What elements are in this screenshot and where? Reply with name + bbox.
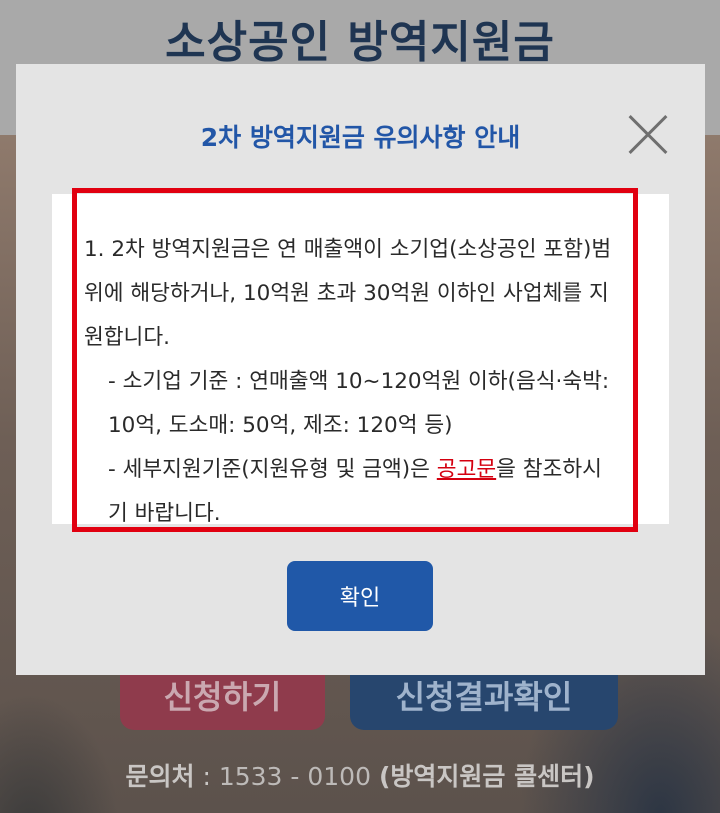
notice-paragraph: 1. 2차 방역지원금은 연 매출액이 소기업(소상공인 포함)범위에 해당하거… (84, 237, 612, 350)
notice-text: 1. 2차 방역지원금은 연 매출액이 소기업(소상공인 포함)범위에 해당하거… (84, 228, 614, 536)
contact-center: (방역지원금 콜센터) (378, 762, 595, 791)
notice-modal: 2차 방역지원금 유의사항 안내 1. 2차 방역지원금은 연 매출액이 소기업… (16, 64, 705, 675)
page-title: 소상공인 방역지원금 (165, 17, 555, 68)
contact-number: 1533 - 0100 (218, 762, 371, 791)
notice-item-details: - 세부지원기준(지원유형 및 금액)은 공고문을 참조하시기 바랍니다. (84, 448, 614, 536)
contact-info: 문의처 : 1533 - 0100 (방역지원금 콜센터) (0, 757, 720, 793)
contact-label: 문의처 (125, 762, 195, 791)
contact-separator: : (194, 762, 219, 791)
announcement-link[interactable]: 공고문 (437, 457, 496, 482)
notice-item-details-text: - 세부지원기준(지원유형 및 금액)은 (108, 457, 437, 482)
confirm-button[interactable]: 확인 (287, 561, 433, 631)
close-icon[interactable] (627, 114, 669, 156)
modal-title: 2차 방역지원금 유의사항 안내 (200, 123, 521, 152)
notice-content: 1. 2차 방역지원금은 연 매출액이 소기업(소상공인 포함)범위에 해당하거… (52, 188, 669, 532)
notice-item-small-business: - 소기업 기준 : 연매출액 10~120억원 이하(음식·숙박: 10억, … (108, 369, 610, 438)
